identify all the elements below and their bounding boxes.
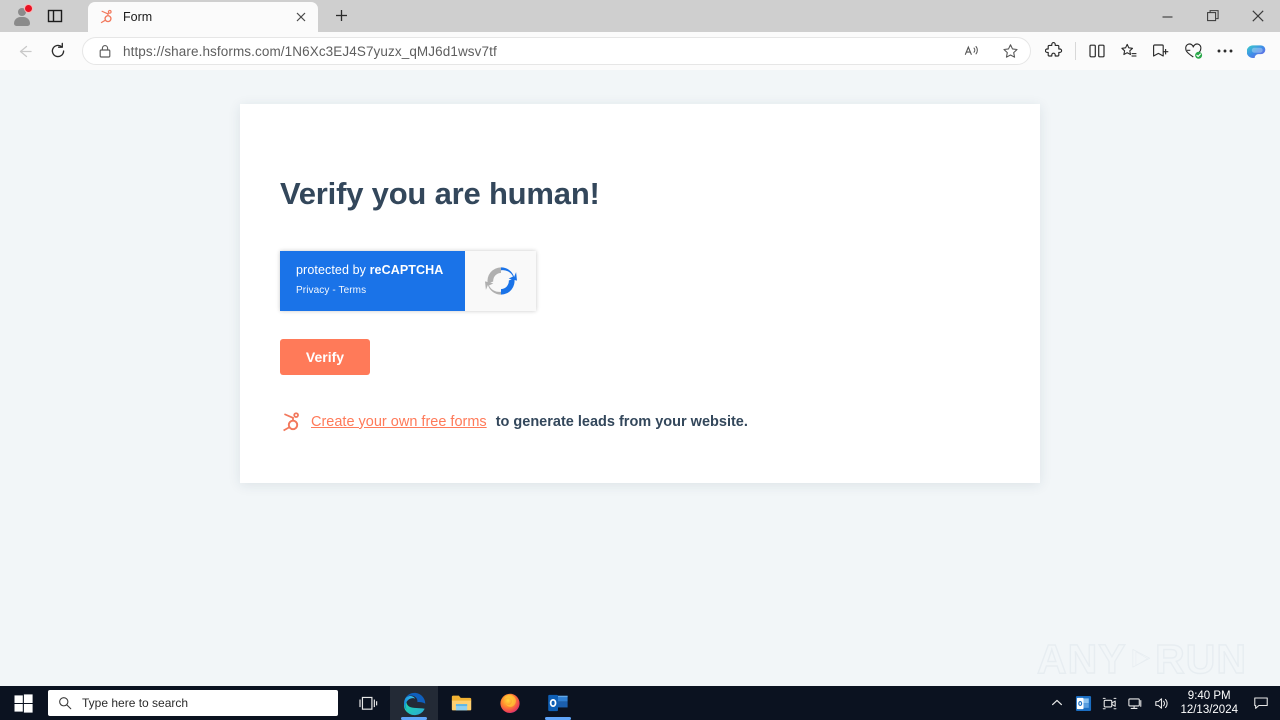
page-title: Verify you are human!	[280, 152, 1000, 212]
tab-close-icon[interactable]	[292, 8, 310, 26]
watermark-left-text: ANY	[1037, 636, 1127, 683]
tab-actions-icon[interactable]	[40, 1, 70, 31]
notification-dot-icon	[24, 4, 33, 13]
clock-time: 9:40 PM	[1180, 689, 1238, 703]
outlook-tray-icon[interactable]	[1070, 686, 1096, 720]
browser-window: Form	[0, 0, 1280, 686]
minimize-button[interactable]	[1145, 0, 1190, 32]
title-bar: Form	[0, 0, 1280, 32]
recaptcha-protected-label: protected by reCAPTCHA	[296, 264, 465, 278]
camera-recording-icon[interactable]	[1096, 686, 1122, 720]
form-card-content: Verify you are human! protected by reCAP…	[240, 104, 1040, 433]
lock-icon	[97, 43, 113, 59]
taskbar-search-box[interactable]: Type here to search	[48, 690, 338, 716]
microsoft-outlook-icon	[546, 691, 570, 715]
new-tab-button[interactable]	[327, 3, 355, 27]
mozilla-firefox-icon	[498, 691, 522, 715]
recaptcha-logo-panel	[465, 251, 536, 311]
start-button[interactable]	[0, 686, 46, 720]
toolbar-divider	[1075, 42, 1076, 60]
reload-button[interactable]	[42, 36, 74, 66]
play-triangle-icon	[1129, 630, 1154, 688]
system-tray: 9:40 PM 12/13/2024	[1044, 686, 1280, 720]
file-explorer-icon	[450, 691, 474, 715]
favorites-collections-icon[interactable]	[1114, 36, 1144, 66]
recaptcha-arrows-icon	[481, 261, 521, 301]
hubspot-promo: Create your own free forms to generate l…	[280, 411, 1000, 433]
read-aloud-icon[interactable]	[958, 39, 986, 63]
copilot-icon[interactable]	[1242, 36, 1272, 66]
action-center-icon	[1253, 695, 1269, 711]
extensions-icon[interactable]	[1039, 36, 1069, 66]
taskbar-app-buttons	[390, 686, 582, 720]
taskbar-app-file-explorer[interactable]	[438, 686, 486, 720]
watermark-right-text: RUN	[1155, 636, 1247, 683]
tab-title: Form	[123, 10, 283, 24]
anyrun-watermark: ANY RUN	[1037, 624, 1247, 694]
address-bar[interactable]: https://share.hsforms.com/1N6Xc3EJ4S7yuz…	[82, 37, 1031, 65]
browser-essentials-icon[interactable]	[1178, 36, 1208, 66]
recaptcha-text-panel: protected by reCAPTCHA Privacy - Terms	[280, 251, 465, 311]
form-card: Verify you are human! protected by reCAP…	[240, 104, 1040, 483]
clock-date: 12/13/2024	[1180, 703, 1238, 717]
hubspot-sprocket-icon	[98, 9, 114, 25]
network-icon[interactable]	[1122, 686, 1148, 720]
windows-taskbar: Type here to search	[0, 686, 1280, 720]
close-button[interactable]	[1235, 0, 1280, 32]
promo-link[interactable]: Create your own free forms	[311, 414, 487, 430]
task-view-button[interactable]	[346, 686, 390, 720]
microsoft-edge-icon	[402, 691, 427, 716]
task-view-icon	[359, 695, 378, 712]
title-bar-left-controls	[0, 0, 70, 32]
address-bar-url: https://share.hsforms.com/1N6Xc3EJ4S7yuz…	[123, 44, 948, 59]
window-controls	[1145, 0, 1280, 32]
add-to-collections-icon[interactable]	[1146, 36, 1176, 66]
recaptcha-privacy-terms[interactable]: Privacy - Terms	[296, 285, 465, 296]
promo-text: to generate leads from your website.	[496, 414, 748, 430]
hubspot-sprocket-icon	[280, 411, 302, 433]
search-icon	[58, 696, 72, 710]
recaptcha-brand: reCAPTCHA	[370, 263, 444, 277]
navigation-toolbar: https://share.hsforms.com/1N6Xc3EJ4S7yuz…	[0, 32, 1280, 70]
recaptcha-badge[interactable]: protected by reCAPTCHA Privacy - Terms	[280, 251, 536, 311]
split-screen-icon[interactable]	[1082, 36, 1112, 66]
taskbar-app-microsoft-edge[interactable]	[390, 686, 438, 720]
restore-button[interactable]	[1190, 0, 1235, 32]
taskbar-app-microsoft-outlook[interactable]	[534, 686, 582, 720]
windows-start-icon	[14, 694, 33, 713]
recaptcha-protected-prefix: protected by	[296, 263, 370, 277]
favorite-star-icon[interactable]	[996, 39, 1024, 63]
volume-icon[interactable]	[1148, 686, 1174, 720]
browser-tab[interactable]: Form	[88, 2, 318, 32]
taskbar-search-placeholder: Type here to search	[82, 696, 188, 710]
page-viewport: Verify you are human! protected by reCAP…	[0, 70, 1280, 686]
taskbar-app-mozilla-firefox[interactable]	[486, 686, 534, 720]
settings-more-icon[interactable]	[1210, 36, 1240, 66]
verify-button[interactable]: Verify	[280, 339, 370, 375]
profile-avatar[interactable]	[6, 1, 36, 31]
back-button[interactable]	[8, 36, 40, 66]
show-hidden-icons-chevron[interactable]	[1044, 686, 1070, 720]
action-center-button[interactable]	[1246, 686, 1276, 720]
taskbar-clock[interactable]: 9:40 PM 12/13/2024	[1174, 689, 1246, 718]
